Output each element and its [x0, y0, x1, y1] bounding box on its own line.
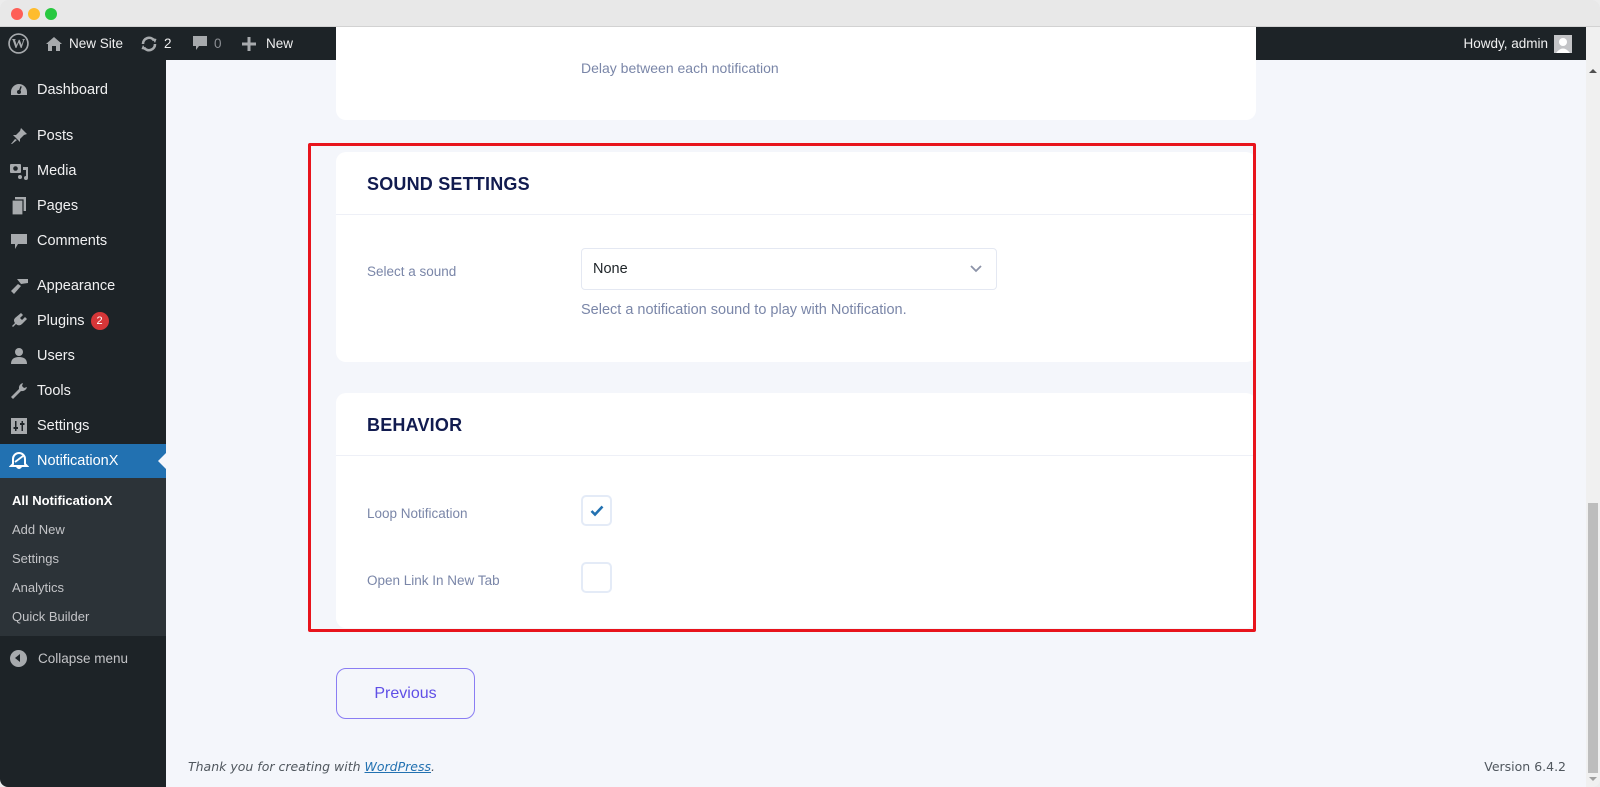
- sidebar-item-media[interactable]: Media: [0, 154, 166, 188]
- delay-help-text: Delay between each notification: [581, 60, 779, 76]
- updates-link[interactable]: 2: [140, 27, 172, 60]
- updates-icon: [140, 35, 158, 53]
- sidebar-item-posts[interactable]: Posts: [0, 119, 166, 153]
- plus-icon: [242, 36, 256, 51]
- sidebar-item-label: Comments: [37, 233, 108, 249]
- wrench-icon: [9, 381, 29, 401]
- maximize-window-button[interactable]: [45, 8, 57, 20]
- sidebar-item-label: Pages: [37, 198, 79, 214]
- sidebar-item-label: Plugins: [37, 313, 85, 329]
- behavior-title: BEHAVIOR: [367, 415, 463, 435]
- scroll-thumb[interactable]: [1588, 503, 1598, 773]
- svg-text:W: W: [12, 36, 26, 51]
- site-name-link[interactable]: New Site: [45, 27, 123, 60]
- comment-icon: [192, 35, 208, 52]
- sidebar-item-label: Tools: [37, 383, 71, 399]
- footer-thanks: Thank you for creating with WordPress.: [188, 759, 435, 774]
- sidebar-item-pages[interactable]: Pages: [0, 189, 166, 223]
- sound-select[interactable]: None: [581, 248, 997, 290]
- sidebar-item-label: Dashboard: [37, 82, 108, 98]
- notificationx-submenu: All NotificationX Add New Settings Analy…: [0, 478, 166, 636]
- window-titlebar: [0, 0, 1600, 27]
- updates-count: 2: [164, 36, 172, 51]
- admin-sidebar: Dashboard Posts Media Pages Comments App…: [0, 60, 166, 787]
- user-icon: [9, 346, 29, 366]
- sidebar-item-label: Posts: [37, 128, 74, 144]
- submenu-item-settings[interactable]: Settings: [12, 551, 59, 566]
- footer-thanks-text: Thank you for creating with: [188, 759, 365, 774]
- sidebar-item-comments[interactable]: Comments: [0, 224, 166, 258]
- new-content-link[interactable]: New: [242, 27, 293, 60]
- minimize-window-button[interactable]: [28, 8, 40, 20]
- bell-icon: [9, 451, 29, 471]
- chevron-down-icon: [968, 261, 984, 277]
- sound-settings-card: SOUND SETTINGS Select a sound None Selec…: [336, 152, 1256, 362]
- plugins-update-badge: 2: [90, 312, 109, 330]
- browser-window: W New Site 2 0 New Howdy, admin Dashboar…: [0, 0, 1600, 787]
- pin-icon: [9, 126, 29, 146]
- behavior-card: BEHAVIOR Loop Notification Open Link In …: [336, 393, 1256, 628]
- sidebar-item-label: Settings: [37, 418, 90, 434]
- loop-notification-label: Loop Notification: [367, 506, 468, 521]
- sidebar-item-appearance[interactable]: Appearance: [0, 269, 166, 303]
- open-link-new-tab-label: Open Link In New Tab: [367, 573, 500, 588]
- sidebar-item-label: Media: [37, 163, 77, 179]
- account-menu[interactable]: Howdy, admin: [1463, 27, 1572, 60]
- divider: [336, 214, 1256, 215]
- greeting-label: Howdy, admin: [1463, 36, 1548, 51]
- previous-settings-card: Delay between each notification: [336, 27, 1256, 120]
- sound-select-value: None: [593, 261, 628, 277]
- comments-count: 0: [214, 36, 222, 51]
- sound-help-text: Select a notification sound to play with…: [581, 302, 907, 318]
- sidebar-item-notificationx[interactable]: NotificationX: [0, 444, 166, 478]
- pages-icon: [9, 196, 29, 216]
- sidebar-item-label: NotificationX: [37, 453, 119, 469]
- site-name-label: New Site: [69, 36, 124, 51]
- collapse-arrow-icon: [10, 649, 27, 667]
- sidebar-item-dashboard[interactable]: Dashboard: [0, 73, 166, 107]
- collapse-menu-label: Collapse menu: [38, 650, 129, 666]
- submenu-item-quick-builder[interactable]: Quick Builder: [12, 609, 89, 624]
- comment-icon: [9, 231, 29, 251]
- collapse-menu-button[interactable]: Collapse menu: [0, 641, 166, 675]
- submenu-item-all-notificationx[interactable]: All NotificationX: [12, 493, 112, 508]
- sidebar-item-users[interactable]: Users: [0, 339, 166, 373]
- close-window-button[interactable]: [11, 8, 23, 20]
- avatar: [1554, 34, 1572, 53]
- footer-version: Version 6.4.2: [1484, 759, 1566, 774]
- page-scrollbar[interactable]: [1586, 27, 1600, 787]
- new-label: New: [266, 36, 294, 51]
- divider: [336, 455, 1256, 456]
- wordpress-link[interactable]: WordPress: [365, 759, 431, 774]
- submenu-item-add-new[interactable]: Add New: [12, 522, 65, 537]
- sidebar-item-settings[interactable]: Settings: [0, 409, 166, 443]
- media-icon: [9, 161, 29, 181]
- sound-settings-title: SOUND SETTINGS: [367, 174, 530, 194]
- scroll-down-arrow-icon[interactable]: [1589, 777, 1597, 781]
- loop-notification-checkbox[interactable]: [581, 495, 612, 526]
- brush-icon: [9, 276, 29, 296]
- sidebar-item-plugins[interactable]: Plugins 2: [0, 304, 166, 338]
- sidebar-item-label: Appearance: [37, 278, 116, 294]
- sidebar-item-tools[interactable]: Tools: [0, 374, 166, 408]
- footer-period: .: [431, 759, 435, 774]
- wordpress-logo-icon: W: [8, 33, 29, 54]
- submenu-item-analytics[interactable]: Analytics: [12, 580, 64, 595]
- active-menu-arrow: [158, 453, 166, 469]
- home-icon: [45, 36, 63, 52]
- previous-button[interactable]: Previous: [336, 668, 475, 719]
- plug-icon: [9, 311, 29, 331]
- open-link-new-tab-checkbox[interactable]: [581, 562, 612, 593]
- comments-link[interactable]: 0: [192, 27, 222, 60]
- sliders-icon: [9, 416, 29, 436]
- dashboard-icon: [9, 80, 29, 100]
- checkmark-icon: [590, 505, 603, 516]
- scroll-up-arrow-icon[interactable]: [1589, 69, 1597, 73]
- sidebar-item-label: Users: [37, 348, 75, 364]
- select-sound-label: Select a sound: [367, 264, 457, 279]
- wp-logo-button[interactable]: W: [8, 27, 29, 60]
